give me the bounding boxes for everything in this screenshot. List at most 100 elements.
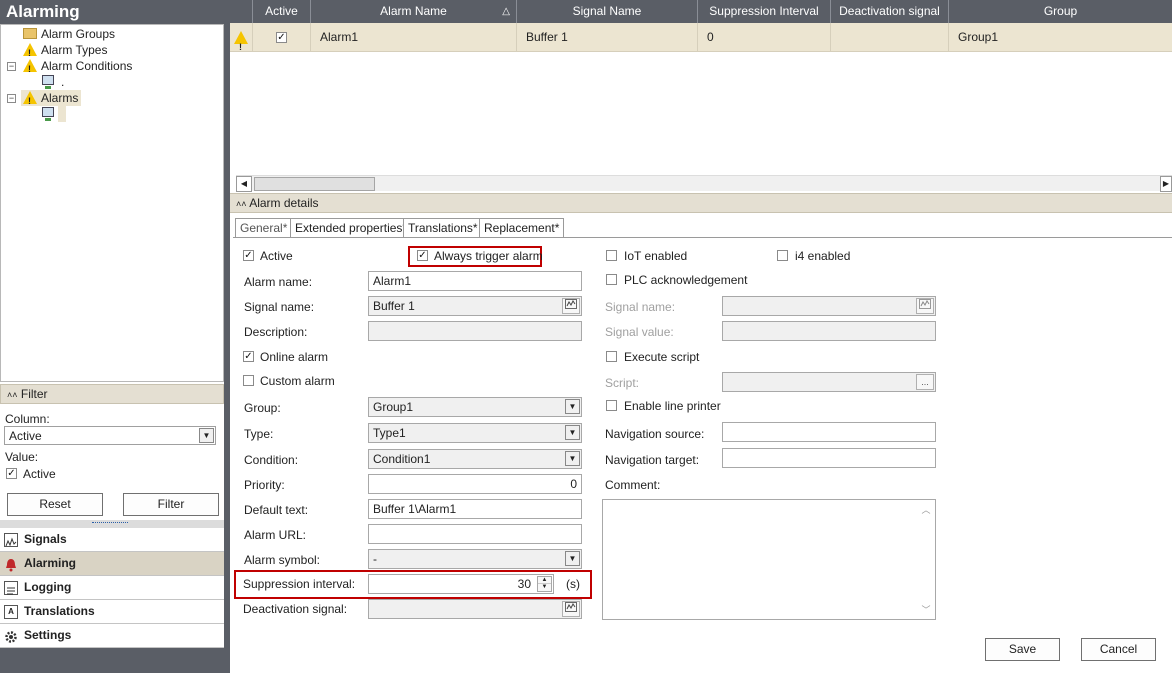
iot-enabled-label: IoT enabled — [624, 249, 688, 263]
grid-header-suppression-interval[interactable]: Suppression Interval — [698, 0, 831, 23]
folder-icon — [23, 28, 37, 39]
active-checkbox[interactable]: ✓ — [243, 250, 254, 261]
deactivation-signal-input[interactable] — [368, 599, 582, 619]
tab-general[interactable]: General* — [235, 218, 293, 237]
gear-icon — [4, 629, 18, 643]
value-active-label: Active — [23, 467, 56, 481]
panel-splitter[interactable] — [0, 520, 224, 528]
filter-button[interactable]: Filter — [123, 493, 219, 516]
navigation-target-input[interactable] — [722, 448, 936, 468]
cell-alarm-name: Alarm1 — [311, 23, 517, 52]
nav-logging[interactable]: Logging — [0, 576, 224, 600]
alarm-url-input[interactable] — [368, 524, 582, 544]
group-select[interactable]: Group1 ▼ — [368, 397, 582, 417]
value-active-checkbox[interactable]: ✓ — [6, 468, 17, 479]
scroll-up-icon[interactable]: ︿ — [918, 503, 934, 516]
alarm-grid-header: Active Alarm Name △ Signal Name Suppress… — [230, 0, 1172, 23]
line-printer-label: Enable line printer — [624, 399, 721, 413]
grid-header-group[interactable]: Group — [949, 0, 1172, 23]
nav-signals[interactable]: Signals — [0, 528, 224, 552]
plc-signal-name-label: Signal name: — [605, 300, 676, 314]
horizontal-scrollbar[interactable]: ◀ ▶ — [236, 175, 1172, 192]
vertical-scrollbar[interactable]: ︿ ﹀ — [918, 501, 934, 618]
computer-icon — [42, 107, 54, 121]
navigation-target-label: Navigation target: — [605, 453, 700, 467]
line-printer-checkbox[interactable] — [606, 400, 617, 411]
navigation-source-input[interactable] — [722, 422, 936, 442]
alarm-name-input[interactable]: Alarm1 — [368, 271, 582, 291]
condition-label: Condition: — [244, 453, 299, 467]
chevron-down-icon: ▼ — [565, 399, 580, 414]
default-text-input[interactable]: Buffer 1\Alarm1 — [368, 499, 582, 519]
signal-picker-icon[interactable] — [562, 601, 580, 617]
panel-title: Alarming — [0, 0, 224, 24]
nav-alarming[interactable]: Alarming — [0, 552, 224, 576]
row-active-checkbox[interactable]: ✓ — [276, 32, 287, 43]
cell-deactivation-signal — [831, 23, 949, 52]
alarm-url-label: Alarm URL: — [244, 528, 307, 542]
nav-settings[interactable]: Settings — [0, 624, 224, 648]
alarm-symbol-label: Alarm symbol: — [244, 553, 321, 567]
tab-replacement[interactable]: Replacement* — [479, 218, 565, 237]
priority-input[interactable]: 0 — [368, 474, 582, 494]
execute-script-checkbox[interactable] — [606, 351, 617, 362]
spin-down-icon[interactable]: ▼ — [538, 584, 551, 591]
script-input[interactable]: ... — [722, 372, 936, 392]
grid-header-signal-name[interactable]: Signal Name — [517, 0, 698, 23]
grid-header-deactivation-signal[interactable]: Deactivation signal — [831, 0, 949, 23]
plc-signal-name-input[interactable] — [722, 296, 936, 316]
grid-header-alarm-name[interactable]: Alarm Name △ — [311, 0, 517, 23]
vertical-divider[interactable] — [224, 0, 230, 673]
column-select[interactable]: Active ▼ — [4, 426, 216, 445]
grid-header-active[interactable]: Active — [253, 0, 311, 23]
table-row[interactable]: ✓ Alarm1 Buffer 1 0 Group1 — [230, 23, 1172, 62]
description-label: Description: — [244, 325, 308, 339]
plc-signal-value-input[interactable] — [722, 321, 936, 341]
always-trigger-checkbox[interactable]: ✓ — [417, 250, 428, 261]
browse-button[interactable]: ... — [916, 374, 934, 390]
alarm-symbol-select[interactable]: - ▼ — [368, 549, 582, 569]
signal-picker-icon[interactable] — [562, 298, 580, 314]
tree-item-condition-station[interactable]: . — [41, 74, 81, 90]
description-input[interactable] — [368, 321, 582, 341]
scroll-right-icon[interactable]: ▶ — [1160, 176, 1172, 192]
bell-icon — [4, 557, 18, 572]
scroll-thumb[interactable] — [254, 177, 375, 191]
collapse-icon[interactable]: − — [7, 94, 16, 103]
filter-header[interactable]: ˄˄ Filter — [0, 384, 224, 404]
custom-alarm-checkbox[interactable] — [243, 375, 254, 386]
navigation-source-label: Navigation source: — [605, 427, 705, 441]
tree-item-alarms[interactable]: Alarms — [21, 90, 81, 109]
i4-enabled-checkbox[interactable] — [777, 250, 788, 261]
warning-icon — [23, 59, 37, 77]
condition-select[interactable]: Condition1 ▼ — [368, 449, 582, 469]
type-select[interactable]: Type1 ▼ — [368, 423, 582, 443]
comment-textarea[interactable]: ︿ ﹀ — [602, 499, 936, 620]
collapse-icon[interactable]: − — [7, 62, 16, 71]
tree-item-alarm-station[interactable] — [41, 106, 67, 122]
signal-picker-icon[interactable] — [916, 298, 934, 314]
alarm-details-header[interactable]: ˄˄ Alarm details — [230, 193, 1172, 213]
online-alarm-label: Online alarm — [260, 350, 329, 364]
tree-item-alarm-conditions[interactable]: Alarm Conditions — [21, 58, 141, 77]
cancel-button[interactable]: Cancel — [1081, 638, 1156, 661]
tab-translations[interactable]: Translations* — [403, 218, 483, 237]
spin-up-icon[interactable]: ▲ — [538, 577, 551, 584]
tab-extended-properties[interactable]: Extended properties* — [290, 218, 413, 237]
chevron-down-icon: ▼ — [565, 451, 580, 466]
signal-name-input[interactable]: Buffer 1 — [368, 296, 582, 316]
i4-enabled-label: i4 enabled — [795, 249, 851, 263]
scroll-down-icon[interactable]: ﹀ — [918, 603, 934, 616]
online-alarm-checkbox[interactable]: ✓ — [243, 351, 254, 362]
plc-ack-checkbox[interactable] — [606, 274, 617, 285]
suppression-interval-input[interactable]: 30 — [368, 574, 554, 594]
nav-translations[interactable]: A Translations — [0, 600, 224, 624]
save-button[interactable]: Save — [985, 638, 1060, 661]
tree-item-alarm-groups[interactable]: Alarm Groups — [21, 26, 131, 42]
iot-enabled-checkbox[interactable] — [606, 250, 617, 261]
reset-button[interactable]: Reset — [7, 493, 103, 516]
tree-item-alarm-types[interactable]: Alarm Types — [21, 42, 131, 61]
cell-suppression-interval: 0 — [698, 23, 831, 52]
scroll-left-icon[interactable]: ◀ — [236, 176, 252, 192]
suppression-interval-spinner[interactable]: ▲ ▼ — [537, 576, 552, 592]
